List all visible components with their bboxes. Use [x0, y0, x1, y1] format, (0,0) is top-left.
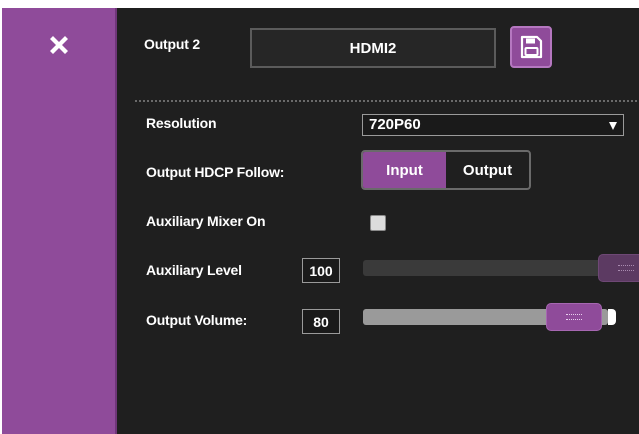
resolution-label: Resolution	[146, 115, 217, 131]
save-button[interactable]	[510, 26, 552, 68]
resolution-select[interactable]: 720P60	[362, 114, 624, 136]
aux-mixer-checkbox[interactable]	[370, 215, 386, 231]
resolution-selected-value: 720P60	[369, 116, 421, 133]
aux-level-slider-thumb[interactable]	[598, 254, 639, 282]
output-volume-value[interactable]: 80	[302, 309, 340, 334]
output-name-value: HDMI2	[349, 39, 397, 57]
hdcp-follow-label: Output HDCP Follow:	[146, 164, 285, 180]
close-button[interactable]	[46, 32, 72, 58]
settings-panel: Output 2 HDMI2 Resolution 720P60 Output …	[120, 8, 639, 434]
aux-level-label: Auxiliary Level	[146, 262, 242, 278]
output-name-field[interactable]: HDMI2	[250, 28, 496, 68]
divider	[135, 100, 639, 102]
output-volume-slider-end	[608, 309, 616, 325]
grip-icon	[618, 265, 634, 271]
output-volume-slider-thumb[interactable]	[546, 303, 602, 331]
hdcp-input-option[interactable]: Input	[363, 152, 446, 188]
aux-mixer-label: Auxiliary Mixer On	[146, 213, 266, 229]
save-icon	[520, 35, 543, 59]
hdcp-output-option[interactable]: Output	[446, 152, 529, 188]
output-label: Output 2	[144, 36, 200, 52]
dropdown-arrow-icon	[609, 122, 617, 130]
output-volume-label: Output Volume:	[146, 312, 248, 328]
aux-level-value[interactable]: 100	[302, 258, 340, 283]
close-icon	[50, 36, 68, 54]
hdcp-follow-toggle: Input Output	[361, 150, 531, 190]
aux-level-slider-track[interactable]	[363, 260, 633, 276]
grip-icon	[566, 314, 582, 320]
sidebar	[2, 8, 117, 434]
